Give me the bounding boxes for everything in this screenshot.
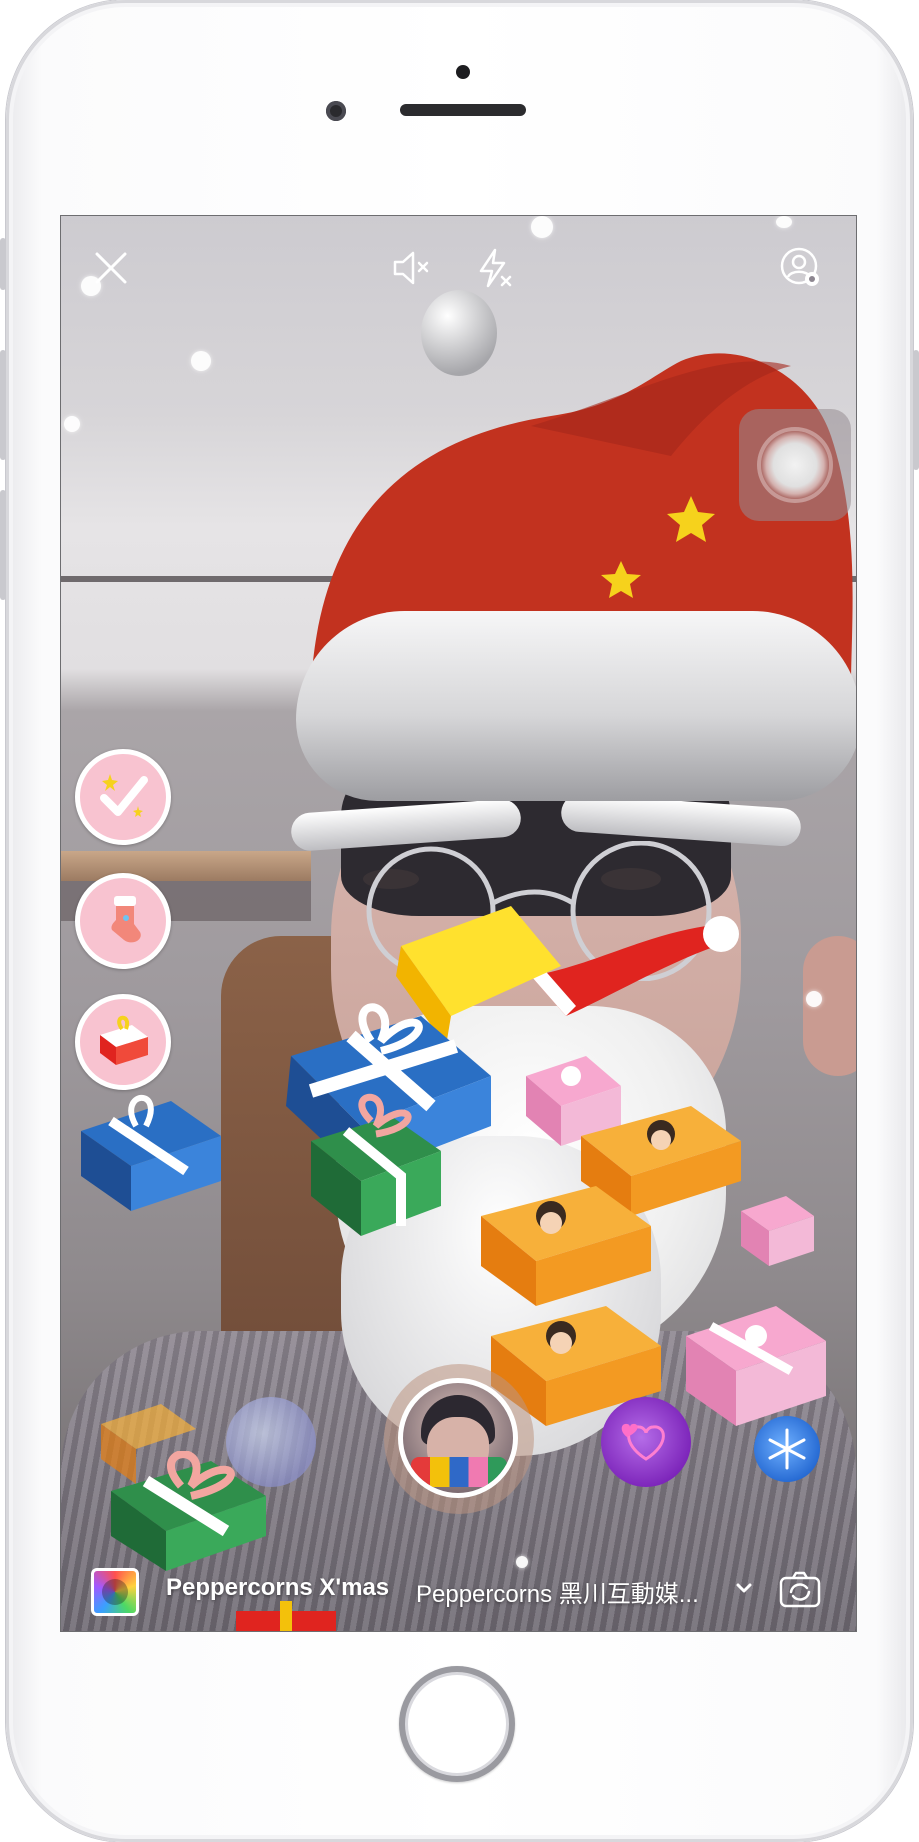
hearts-icon xyxy=(621,1423,665,1461)
earpiece-speaker xyxy=(400,104,526,116)
flip-camera-icon[interactable] xyxy=(776,1565,824,1613)
christmas-stocking-effect-button[interactable] xyxy=(75,873,171,969)
gift-pink-right xyxy=(686,1306,826,1426)
chevron-down-icon[interactable] xyxy=(733,1577,755,1599)
gift-red-bottom xyxy=(236,1601,336,1631)
snowflake xyxy=(64,416,80,432)
sparkle-effect-thumbnail[interactable] xyxy=(226,1397,316,1487)
flash-off-icon xyxy=(479,248,512,288)
gift-icon xyxy=(100,1015,148,1065)
snowflake xyxy=(806,991,822,1007)
snowflake xyxy=(531,216,553,238)
snowflake xyxy=(776,216,792,228)
snowflake xyxy=(191,351,211,371)
wooden-shelf xyxy=(61,851,311,881)
hat-pompom xyxy=(421,290,497,376)
front-camera xyxy=(326,101,346,121)
gift-orange-popup-2 xyxy=(481,1186,651,1306)
effect-author[interactable]: Peppercorns 黑川互動媒... xyxy=(416,1574,699,1609)
home-button[interactable] xyxy=(399,1666,515,1782)
camera-screen: Peppercorns X'mas Peppercorns 黑川互動媒... xyxy=(60,215,857,1632)
sparkle-check-icon xyxy=(100,774,148,817)
preview-gifts xyxy=(411,1457,507,1487)
sound-off-icon xyxy=(393,251,429,285)
snowflake xyxy=(516,1556,528,1568)
gift-box-effect-button[interactable] xyxy=(75,994,171,1090)
mute-switch xyxy=(0,238,6,290)
effect-gallery-icon[interactable] xyxy=(91,1568,139,1616)
effect-title[interactable]: Peppercorns X'mas xyxy=(166,1574,389,1602)
power-button xyxy=(913,350,919,470)
hat-fur-band xyxy=(296,611,856,801)
sparkle-check-effect-button[interactable] xyxy=(75,749,171,845)
gift-blue-left xyxy=(81,1094,221,1211)
volume-down-button xyxy=(0,490,6,600)
snowflake-icon xyxy=(768,1428,806,1470)
capture-button[interactable] xyxy=(398,1378,518,1498)
user-settings-icon xyxy=(780,247,819,286)
flash-toggle-button[interactable] xyxy=(471,246,515,290)
sound-toggle-button[interactable] xyxy=(389,246,433,290)
gift-effect-thumbnail[interactable] xyxy=(91,1394,201,1484)
hearts-effect-thumbnail[interactable] xyxy=(601,1397,691,1487)
nose-santa-hat xyxy=(531,916,739,1016)
proximity-sensor xyxy=(456,65,470,79)
assistive-touch-ring xyxy=(761,431,829,499)
gift-green-large xyxy=(311,1093,441,1236)
close-icon xyxy=(95,252,127,284)
close-button[interactable] xyxy=(89,246,133,290)
stocking-icon xyxy=(111,896,141,943)
assistive-touch-button[interactable] xyxy=(739,409,851,521)
settings-button[interactable] xyxy=(779,246,823,290)
snow-effect-thumbnail[interactable] xyxy=(754,1416,820,1482)
volume-up-button xyxy=(0,350,6,460)
gift-pink-small-right xyxy=(741,1196,814,1266)
